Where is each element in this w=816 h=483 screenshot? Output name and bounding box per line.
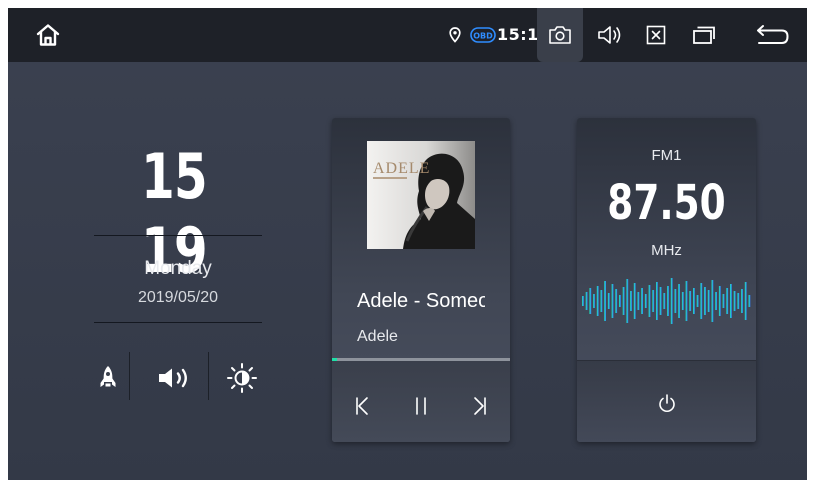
waveform-bar xyxy=(593,294,595,308)
waveform-bar xyxy=(626,279,629,323)
waveform-bar xyxy=(741,289,743,313)
rocket-icon[interactable] xyxy=(88,358,128,398)
previous-icon[interactable] xyxy=(342,388,382,424)
status-bar: OBD 15:19 xyxy=(8,8,807,62)
waveform-bar xyxy=(582,296,584,306)
home-icon[interactable] xyxy=(28,8,68,62)
album-art: ADELE xyxy=(367,141,475,249)
waveform-bar xyxy=(667,286,669,316)
album-art-logo: ADELE xyxy=(373,160,430,177)
waveform-bar xyxy=(711,280,714,322)
waveform-bar xyxy=(693,288,695,314)
radio-waveform xyxy=(582,278,751,324)
volume-icon[interactable] xyxy=(590,8,630,62)
divider xyxy=(208,352,209,400)
waveform-bar xyxy=(689,291,692,311)
divider xyxy=(94,235,262,236)
location-pin-icon xyxy=(444,8,466,62)
back-icon[interactable] xyxy=(748,8,798,62)
waveform-bar xyxy=(707,290,710,312)
song-title: Adele - Someone Like You xyxy=(357,290,485,312)
waveform-bar xyxy=(644,294,647,308)
waveform-bar xyxy=(611,284,614,318)
speaker-icon[interactable] xyxy=(146,358,206,398)
svg-text:OBD: OBD xyxy=(473,32,493,41)
waveform-bar xyxy=(607,293,610,309)
waveform-bar xyxy=(700,283,703,319)
divider xyxy=(129,352,130,400)
progress-bar[interactable] xyxy=(332,358,510,361)
close-box-icon[interactable] xyxy=(636,8,676,62)
waveform-bar xyxy=(674,289,677,313)
waveform-bar xyxy=(596,286,599,316)
waveform-bar xyxy=(715,292,717,310)
radio-frequency: 87.50 xyxy=(607,175,726,231)
song-artist: Adele xyxy=(357,328,398,345)
waveform-bar xyxy=(589,288,592,314)
waveform-bar xyxy=(604,281,606,321)
waveform-bar xyxy=(670,278,673,324)
waveform-bar xyxy=(600,290,603,312)
waveform-bar xyxy=(622,287,625,315)
waveform-bar xyxy=(678,284,680,318)
waveform-bar xyxy=(648,285,651,317)
waveform-bar xyxy=(737,293,740,309)
waveform-bar xyxy=(641,288,643,314)
pause-icon[interactable] xyxy=(401,388,441,424)
waveform-bar xyxy=(748,295,751,307)
progress-fill xyxy=(332,358,338,361)
waveform-bar xyxy=(718,286,721,316)
waveform-bar xyxy=(615,289,618,313)
clock-weekday: Monday xyxy=(144,258,212,279)
waveform-bar xyxy=(704,287,706,315)
waveform-bar xyxy=(681,292,684,310)
radio-widget[interactable]: FM1 87.50 MHz xyxy=(577,118,756,442)
head-unit-screen: OBD 15:19 15 19 Monday 2019/05/20 ADELE … xyxy=(8,8,807,480)
music-widget[interactable]: ADELE Adele - Someone Like You Adele xyxy=(332,118,510,442)
waveform-bar xyxy=(630,291,632,311)
obd-icon: OBD xyxy=(469,8,497,62)
clock-date: 2019/05/20 xyxy=(137,289,219,306)
waveform-bar xyxy=(685,281,688,321)
brightness-icon[interactable] xyxy=(220,358,264,398)
power-icon[interactable] xyxy=(647,386,687,422)
waveform-bar xyxy=(656,282,658,320)
camera-icon[interactable] xyxy=(537,8,583,62)
waveform-bar xyxy=(585,292,588,310)
recent-apps-icon[interactable] xyxy=(682,8,726,62)
waveform-bar xyxy=(733,291,736,311)
waveform-bar xyxy=(730,284,732,318)
waveform-bar xyxy=(652,290,655,312)
waveform-bar xyxy=(722,294,725,308)
waveform-bar xyxy=(726,288,729,314)
waveform-bar xyxy=(619,295,621,307)
radio-unit: MHz xyxy=(651,242,682,259)
radio-band: FM1 xyxy=(651,147,682,164)
divider xyxy=(94,322,262,323)
waveform-bar xyxy=(637,292,640,310)
waveform-bar xyxy=(696,295,699,307)
waveform-bar xyxy=(744,282,747,320)
waveform-bar xyxy=(663,293,666,309)
next-icon[interactable] xyxy=(460,388,500,424)
waveform-bar xyxy=(633,283,636,319)
waveform-bar xyxy=(659,287,662,315)
